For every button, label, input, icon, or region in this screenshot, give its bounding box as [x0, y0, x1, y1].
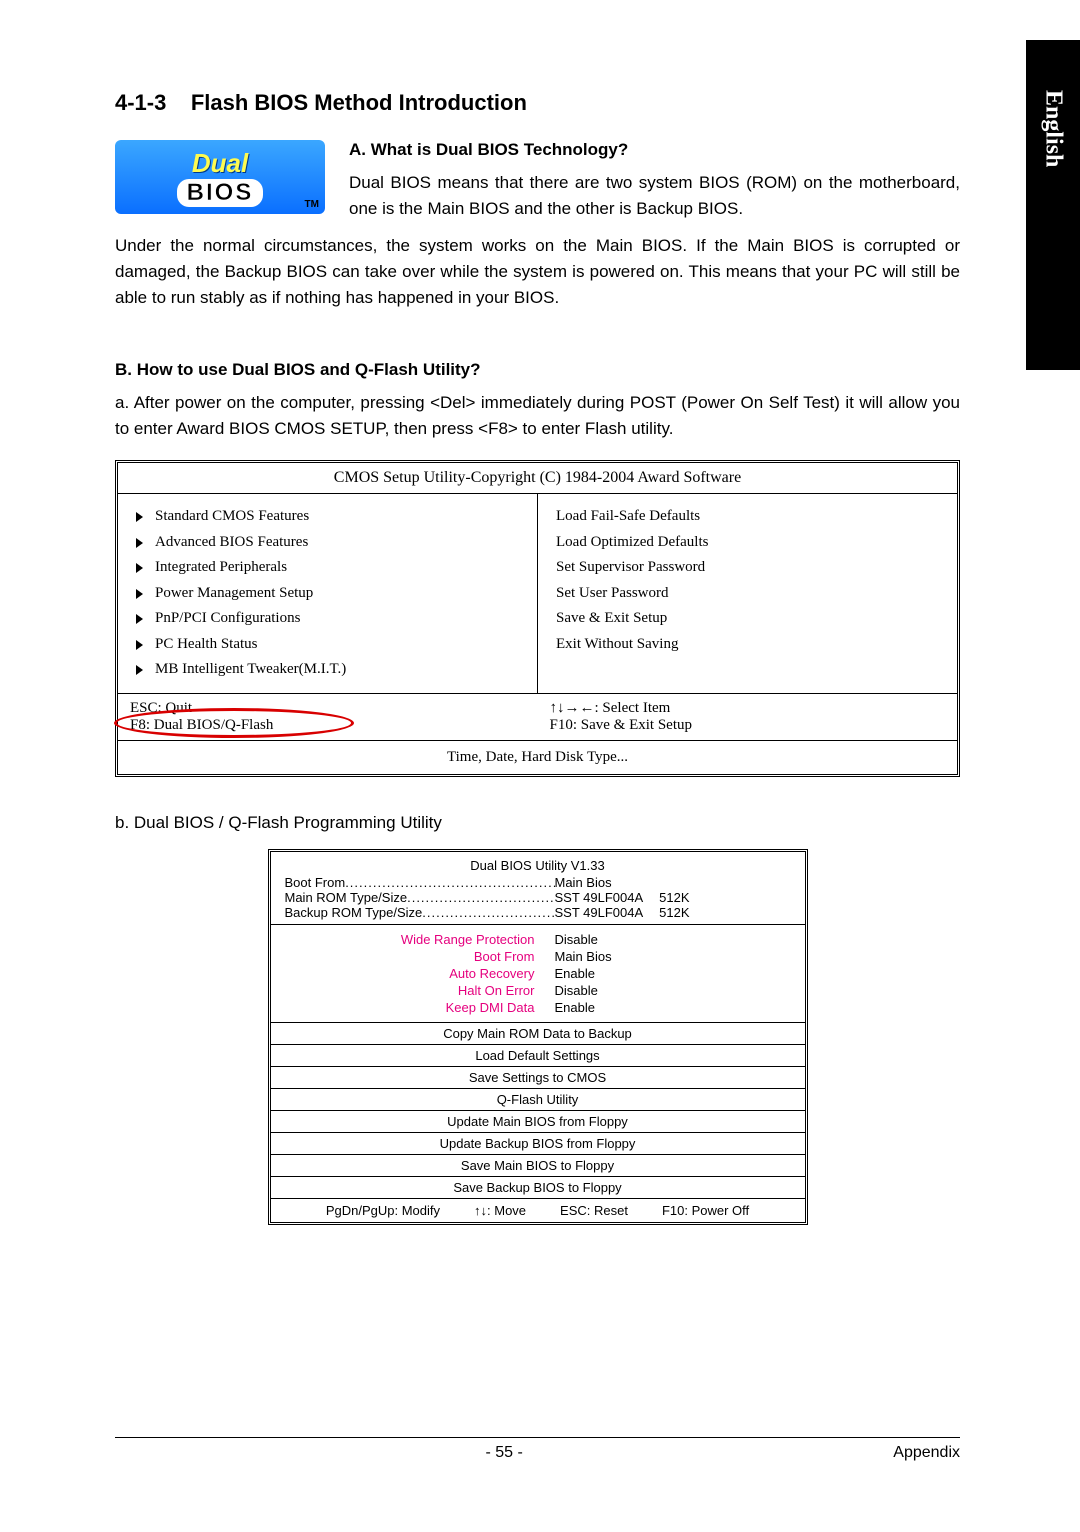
du-info-row: Boot FromMain Bios: [285, 875, 791, 890]
cmos-menu-item[interactable]: Standard CMOS Features: [136, 504, 519, 530]
sub-b-p1: a. After power on the computer, pressing…: [115, 390, 960, 443]
cmos-menu-item[interactable]: Power Management Setup: [136, 581, 519, 607]
triangle-icon: [136, 665, 143, 675]
dual-bios-utility-box: Dual BIOS Utility V1.33 Boot FromMain Bi…: [268, 849, 808, 1225]
cmos-menu-item[interactable]: Set User Password: [556, 581, 939, 607]
du-actions-top: Copy Main ROM Data to BackupLoad Default…: [271, 1022, 805, 1088]
cmos-f10: F10: Save & Exit Setup: [550, 717, 946, 734]
page-footer: - 55 - Appendix: [115, 1437, 960, 1462]
du-action[interactable]: Copy Main ROM Data to Backup: [271, 1022, 805, 1044]
cmos-menu-item[interactable]: Save & Exit Setup: [556, 606, 939, 632]
du-key-hint: ↑↓: Move: [474, 1203, 526, 1218]
triangle-icon: [136, 512, 143, 522]
cmos-menu-item[interactable]: Set Supervisor Password: [556, 555, 939, 581]
cmos-left-col: Standard CMOS FeaturesAdvanced BIOS Feat…: [118, 494, 538, 693]
du-setting-row[interactable]: Auto RecoveryEnable: [271, 965, 805, 982]
section-number: 4-1-3: [115, 90, 166, 115]
du-key-hint: ESC: Reset: [560, 1203, 628, 1218]
sub-b-heading: B. How to use Dual BIOS and Q-Flash Util…: [115, 360, 960, 380]
cmos-menu-item[interactable]: Load Optimized Defaults: [556, 530, 939, 556]
triangle-icon: [136, 614, 143, 624]
cmos-menu-item[interactable]: PnP/PCI Configurations: [136, 606, 519, 632]
du-key-hint: F10: Power Off: [662, 1203, 749, 1218]
du-settings: Wide Range ProtectionDisableBoot FromMai…: [271, 924, 805, 1022]
du-setting-row[interactable]: Wide Range ProtectionDisable: [271, 931, 805, 948]
du-info-row: Main ROM Type/SizeSST 49LF004A512K: [285, 890, 791, 905]
du-setting-row[interactable]: Boot FromMain Bios: [271, 948, 805, 965]
triangle-icon: [136, 589, 143, 599]
b2-label: b. Dual BIOS / Q-Flash Programming Utili…: [115, 813, 960, 833]
logo-line1: Dual: [192, 148, 248, 179]
sub-a-p1: Dual BIOS means that there are two syste…: [349, 170, 960, 223]
du-info: Boot FromMain BiosMain ROM Type/SizeSST …: [271, 875, 805, 924]
cmos-menu-item[interactable]: Load Fail-Safe Defaults: [556, 504, 939, 530]
du-actions-bot: Update Main BIOS from FloppyUpdate Backu…: [271, 1110, 805, 1198]
triangle-icon: [136, 563, 143, 573]
du-action[interactable]: Load Default Settings: [271, 1044, 805, 1066]
cmos-setup-box: CMOS Setup Utility-Copyright (C) 1984-20…: [115, 460, 960, 777]
du-info-row: Backup ROM Type/SizeSST 49LF004A512K: [285, 905, 791, 920]
language-tab-label: English: [1040, 90, 1067, 167]
section-heading: 4-1-3 Flash BIOS Method Introduction: [115, 90, 960, 116]
cmos-select: ↑↓→←: Select Item: [550, 700, 946, 717]
sub-a-p2: Under the normal circumstances, the syst…: [115, 233, 960, 312]
section-title-text: Flash BIOS Method Introduction: [191, 90, 527, 115]
cmos-menu-item[interactable]: MB Intelligent Tweaker(M.I.T.): [136, 657, 519, 683]
qflash-label: Q-Flash Utility: [271, 1088, 805, 1110]
triangle-icon: [136, 538, 143, 548]
du-setting-row[interactable]: Halt On ErrorDisable: [271, 982, 805, 999]
cmos-right-col: Load Fail-Safe DefaultsLoad Optimized De…: [538, 494, 957, 693]
cmos-menu-item[interactable]: Advanced BIOS Features: [136, 530, 519, 556]
logo-line2: BIOS: [177, 179, 264, 207]
du-action[interactable]: Save Backup BIOS to Floppy: [271, 1176, 805, 1198]
du-key-hint: PgDn/PgUp: Modify: [326, 1203, 440, 1218]
logo-tm: TM: [305, 199, 319, 210]
du-action[interactable]: Update Backup BIOS from Floppy: [271, 1132, 805, 1154]
page-content: 4-1-3 Flash BIOS Method Introduction Dua…: [115, 90, 960, 1225]
du-action[interactable]: Update Main BIOS from Floppy: [271, 1110, 805, 1132]
highlight-oval: [114, 708, 354, 738]
dual-bios-logo: Dual BIOS TM: [115, 140, 325, 214]
du-title: Dual BIOS Utility V1.33: [271, 852, 805, 875]
du-keys: PgDn/PgUp: Modify ↑↓: Move ESC: Reset F10: …: [271, 1198, 805, 1222]
footer-label: Appendix: [893, 1444, 960, 1462]
language-tab: English: [1026, 40, 1080, 370]
triangle-icon: [136, 640, 143, 650]
cmos-menu-item[interactable]: PC Health Status: [136, 632, 519, 658]
cmos-help: Time, Date, Hard Disk Type...: [447, 749, 628, 765]
du-action[interactable]: Save Main BIOS to Floppy: [271, 1154, 805, 1176]
du-action[interactable]: Save Settings to CMOS: [271, 1066, 805, 1088]
sub-a-heading: A. What is Dual BIOS Technology?: [349, 140, 960, 160]
cmos-title: CMOS Setup Utility-Copyright (C) 1984-20…: [118, 463, 957, 493]
cmos-menu-item[interactable]: Integrated Peripherals: [136, 555, 519, 581]
cmos-menu-item[interactable]: Exit Without Saving: [556, 632, 939, 658]
page-number: - 55 -: [485, 1444, 522, 1462]
du-setting-row[interactable]: Keep DMI DataEnable: [271, 999, 805, 1016]
